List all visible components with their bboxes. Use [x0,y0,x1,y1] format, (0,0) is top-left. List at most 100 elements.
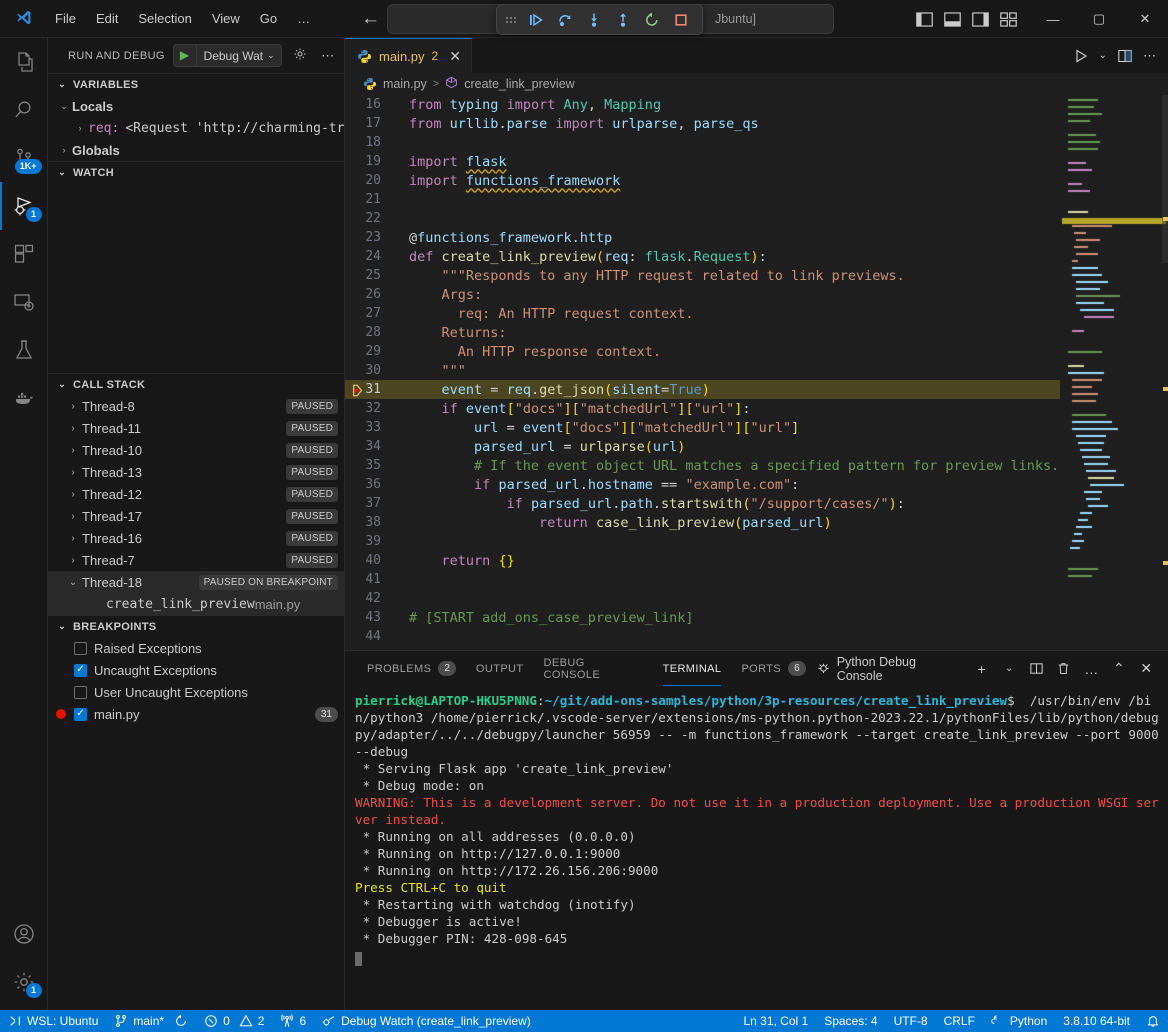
new-terminal-button[interactable]: + [970,657,993,681]
code-line[interactable]: 23@functions_framework.http [345,228,1060,247]
code-line[interactable]: 18 [345,133,1060,152]
menu-more[interactable]: … [288,8,319,29]
call-stack-thread-row[interactable]: ⌄Thread-18PAUSED ON BREAKPOINT [48,571,344,593]
line-number[interactable]: 25 [345,268,393,283]
sidebar-item-extensions[interactable] [0,230,48,278]
close-panel-icon[interactable]: ✕ [1135,657,1158,681]
debug-step-out-button[interactable] [610,8,636,32]
line-number[interactable]: 17 [345,116,393,131]
line-number[interactable]: 37 [345,496,393,511]
breadcrumb-symbol[interactable]: create_link_preview [464,77,574,91]
code-line[interactable]: 41 [345,570,1060,589]
code-line[interactable]: 43# [START add_ons_case_preview_link] [345,608,1060,627]
status-debug-session[interactable]: Debug Watch (create_link_preview) [314,1010,539,1032]
line-number[interactable]: 33 [345,420,393,435]
line-number[interactable]: 43 [345,610,393,625]
sidebar-item-testing[interactable] [0,326,48,374]
sidebar-item-docker[interactable] [0,374,48,422]
breakpoint-row[interactable]: Uncaught Exceptions [48,659,344,681]
code-line[interactable]: 34 parsed_url = urlparse(url) [345,437,1060,456]
variable-row-req[interactable]: › req: <Request 'http://charming-tro… [48,117,344,139]
sync-icon[interactable] [174,1014,188,1028]
line-number[interactable]: 29 [345,344,393,359]
line-number[interactable]: 39 [345,534,393,549]
line-number[interactable]: 42 [345,591,393,606]
breakpoint-row[interactable]: main.py31 [48,703,344,725]
code-line[interactable]: 40 return {} [345,551,1060,570]
editor-more-actions-icon[interactable]: ⋯ [1143,48,1156,64]
chevron-right-icon[interactable]: › [64,467,82,478]
code-line[interactable]: 28 Returns: [345,323,1060,342]
line-number[interactable]: 34 [345,439,393,454]
status-git-branch[interactable]: main* [106,1010,196,1032]
active-terminal-name[interactable]: Python Debug Console [816,655,962,683]
breakpoints-header[interactable]: ⌄ BREAKPOINTS [48,615,344,637]
breakpoint-checkbox[interactable] [74,664,87,677]
debug-toolbar-drag-handle[interactable] [505,11,517,29]
variables-header[interactable]: ⌄ VARIABLES [48,73,344,95]
panel-tab-problems[interactable]: PROBLEMS2 [357,651,466,686]
code-text[interactable]: @functions_framework.http [393,230,612,246]
sidebar-item-explorer[interactable] [0,38,48,86]
code-text[interactable]: # If the event object URL matches a spec… [393,458,1059,474]
panel-tab-ports[interactable]: PORTS6 [731,651,815,686]
line-number[interactable]: 24 [345,249,393,264]
code-text[interactable]: url = event["docs"]["matchedUrl"]["url"] [393,420,799,436]
debug-toolbar[interactable] [496,4,703,35]
chevron-down-icon[interactable]: ⌄ [64,577,82,588]
sidebar-more-actions-icon[interactable]: ⋯ [318,46,337,66]
sidebar-item-run-and-debug[interactable]: 1 [0,182,48,230]
chevron-right-icon[interactable]: › [64,423,82,434]
variables-group-globals[interactable]: › Globals [48,139,344,161]
line-number[interactable]: 28 [345,325,393,340]
sidebar-item-manage-settings[interactable]: 1 [0,958,48,1006]
panel-tab-terminal[interactable]: TERMINAL [653,651,732,686]
code-line[interactable]: 31 event = req.get_json(silent=True) [345,380,1060,399]
status-editor-position[interactable]: Ln 31, Col 1 [735,1010,816,1032]
code-line[interactable]: 24def create_link_preview(req: flask.Req… [345,247,1060,266]
line-number[interactable]: 36 [345,477,393,492]
code-editor[interactable]: 16from typing import Any, Mapping17from … [345,95,1168,650]
kill-terminal-icon[interactable] [1052,657,1075,681]
code-line[interactable]: 27 req: An HTTP request context. [345,304,1060,323]
panel-tab-debug-console[interactable]: DEBUG CONSOLE [534,651,653,686]
close-window-button[interactable]: ✕ [1122,0,1168,38]
code-line[interactable]: 19import flask [345,152,1060,171]
code-line[interactable]: 30 """ [345,361,1060,380]
maximize-button[interactable]: ▢ [1076,0,1122,38]
chevron-down-icon[interactable]: ⌄ [56,79,68,90]
debug-step-into-button[interactable] [581,8,607,32]
sidebar-item-search[interactable] [0,86,48,134]
code-line[interactable]: 33 url = event["docs"]["matchedUrl"]["ur… [345,418,1060,437]
call-stack-thread-row[interactable]: ›Thread-13PAUSED [48,461,344,483]
code-text[interactable]: An HTTP response context. [393,344,661,360]
code-text[interactable]: import flask [393,154,507,170]
status-python-interpreter[interactable]: 3.8.10 64-bit [1055,1010,1138,1032]
line-number[interactable]: 23 [345,230,393,245]
line-number[interactable]: 19 [345,154,393,169]
code-line[interactable]: 37 if parsed_url.path.startswith("/suppo… [345,494,1060,513]
terminal-output[interactable]: pierrick@LAPTOP-HKU5PNNG:~/git/add-ons-s… [345,686,1168,1010]
toggle-panel-icon[interactable] [943,10,962,29]
sidebar-item-remote-explorer[interactable] [0,278,48,326]
line-number[interactable]: 44 [345,629,393,644]
code-text[interactable]: from typing import Any, Mapping [393,97,661,113]
call-stack-thread-row[interactable]: ›Thread-10PAUSED [48,439,344,461]
call-stack-thread-row[interactable]: ›Thread-12PAUSED [48,483,344,505]
call-stack-thread-row[interactable]: ›Thread-11PAUSED [48,417,344,439]
status-eol[interactable]: CRLF [936,1010,983,1032]
terminal-cursor-line[interactable] [355,951,1160,968]
code-line[interactable]: 42 [345,589,1060,608]
menu-file[interactable]: File [46,8,85,29]
launch-configuration-selector[interactable]: ▶ Debug Wat ⌄ [173,44,282,67]
editor-actions[interactable]: ⌄ ⋯ [1073,38,1168,73]
run-dropdown-chevron-icon[interactable]: ⌄ [1099,50,1107,61]
code-line[interactable]: 21 [345,190,1060,209]
breadcrumb[interactable]: main.py > create_link_preview [345,73,1168,95]
panel-more-actions-icon[interactable]: … [1080,657,1103,681]
code-line[interactable]: 17from urllib.parse import urlparse, par… [345,114,1060,133]
chevron-right-icon[interactable]: › [64,555,82,566]
sidebar-item-accounts[interactable] [0,910,48,958]
code-line[interactable]: 20import functions_framework [345,171,1060,190]
chevron-down-icon[interactable]: ⌄ [56,101,72,112]
